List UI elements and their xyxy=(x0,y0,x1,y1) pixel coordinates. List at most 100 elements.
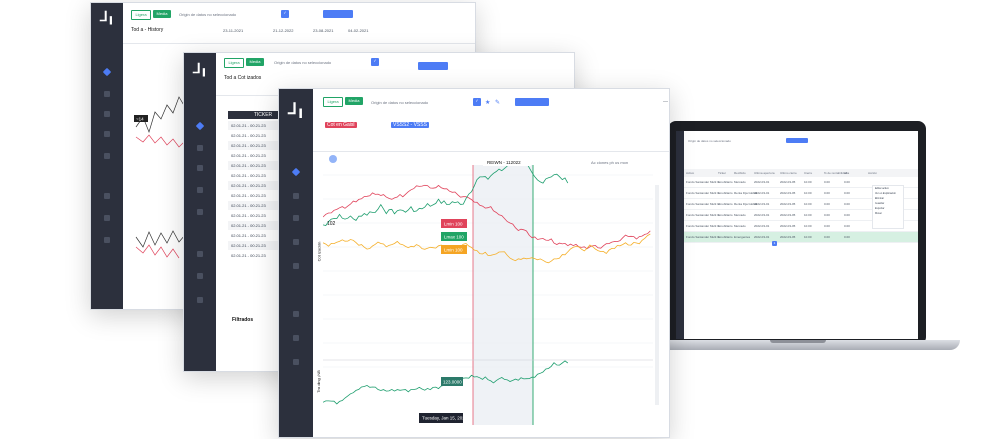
nav-grid-icon[interactable] xyxy=(197,273,203,279)
laptop-cell: 10.00 xyxy=(804,224,812,228)
laptop-column-header: Ultimo cierre xyxy=(780,171,797,175)
laptop-cell: Fondo Santander Multi Inmobiliario xyxy=(686,202,733,206)
laptop-column-header: Acción xyxy=(868,171,878,175)
nav-phone-icon[interactable] xyxy=(104,193,110,199)
laptop-url[interactable]: Origin de datos no seleccionado xyxy=(688,139,731,143)
laptop-cell: 0.00 xyxy=(844,235,850,239)
nav-dots-icon[interactable] xyxy=(197,145,203,151)
laptop-table-header: Activo Ticker Recibido Ultima apertura Ultim… xyxy=(684,169,918,177)
nav-dots-icon[interactable] xyxy=(104,91,110,97)
front-toolbar: Ligera Media Origin de datos no seleccio… xyxy=(313,89,669,152)
date-tooltip: Tuesday, Jan 15, 2021 xyxy=(422,416,468,421)
nav-box-icon[interactable] xyxy=(197,297,203,303)
window-controls[interactable]: — xyxy=(663,99,668,105)
app-logo: ⅃╻ xyxy=(193,61,208,77)
laptop-cell: 2022-03-01 xyxy=(754,180,770,184)
y-axis-title-volume: Tra ding ¡NB xyxy=(315,370,321,393)
laptop-cell: 0.00 xyxy=(824,191,830,195)
back-date-2[interactable]: 21-12-2022 xyxy=(273,28,293,33)
chart-scrollbar xyxy=(655,185,659,405)
laptop-cell: 0.00 xyxy=(844,202,850,206)
nav-chart-icon[interactable] xyxy=(293,263,299,269)
price-tag-text: Lmin 100 xyxy=(444,222,463,227)
laptop-cell: 1 xyxy=(718,213,720,217)
nav-chart-icon[interactable] xyxy=(197,209,203,215)
nav-download-icon[interactable] xyxy=(293,215,299,221)
nav-dots-icon[interactable] xyxy=(293,193,299,199)
data-source-field[interactable]: Origin de datos no seleccionado xyxy=(274,60,331,65)
chip-ticker[interactable]: VSSS2 - VSSS xyxy=(391,122,429,128)
nav-wave-icon[interactable] xyxy=(197,187,203,193)
middle-title: Tod a Cot izados xyxy=(224,75,262,81)
front-action-button[interactable] xyxy=(515,98,549,106)
laptop-notch xyxy=(770,340,826,343)
mode-medium-button[interactable]: Media xyxy=(246,58,264,66)
nav-box-icon[interactable] xyxy=(293,359,299,365)
laptop-cell: 1 xyxy=(718,191,720,195)
laptop-cell: 2022-03-01 xyxy=(754,235,770,239)
action-menu-item[interactable]: Mover xyxy=(873,211,903,216)
laptop-column-header: Alta xyxy=(844,171,850,175)
laptop-page-button[interactable]: 1 xyxy=(772,241,777,246)
price-tag-text: Lmax 100 xyxy=(444,235,464,240)
nav-phone-icon[interactable] xyxy=(293,311,299,317)
middle-sidebar: ⅃╻ xyxy=(184,53,216,371)
front-save-button[interactable]: ✓ xyxy=(473,98,481,106)
edit-icon[interactable]: ✎ xyxy=(495,99,500,106)
mode-medium-button[interactable]: Media xyxy=(345,97,363,105)
back-save-button[interactable]: ✓ xyxy=(281,10,289,18)
nav-home-icon[interactable] xyxy=(102,67,112,77)
laptop-cell: Fondo Santander Multi Inmobiliario xyxy=(686,235,733,239)
laptop-cell: 10.00 xyxy=(804,235,812,239)
mode-light-button[interactable]: Ligera xyxy=(323,97,343,107)
nav-wave-icon[interactable] xyxy=(293,239,299,245)
laptop-cell: 2022-03-01 xyxy=(754,191,770,195)
laptop-cell: Mercado xyxy=(734,180,746,184)
back-date-1[interactable]: 23-11-2021 xyxy=(223,28,243,33)
back-value-label: ~14 xyxy=(136,117,144,122)
nav-download-icon[interactable] xyxy=(104,111,110,117)
laptop-table-row[interactable]: Fondo Santander Multi Inmobiliario 1 Emerg… xyxy=(684,232,918,243)
data-source-field[interactable]: Origin de datos no seleccionado xyxy=(179,12,236,17)
nav-chart-icon[interactable] xyxy=(104,153,110,159)
laptop-cell: 10.00 xyxy=(804,202,812,206)
laptop-action-button[interactable] xyxy=(786,138,808,143)
mode-light-button[interactable]: Ligera xyxy=(224,58,244,68)
mode-light-button[interactable]: Ligera xyxy=(131,10,151,20)
star-icon[interactable]: ★ xyxy=(485,99,490,106)
middle-save-button[interactable]: ✓ xyxy=(371,58,379,66)
laptop-cell: Fondo Santander Multi Inmobiliario xyxy=(686,191,733,195)
nav-home-icon[interactable] xyxy=(291,167,301,177)
nav-wave-icon[interactable] xyxy=(104,131,110,137)
laptop-cell: 0.00 xyxy=(844,224,850,228)
laptop-cell: 0.00 xyxy=(844,180,850,184)
top-marker: REIWN - 112022 xyxy=(487,160,521,165)
laptop-app: Origin de datos no seleccionado Activo Ti… xyxy=(676,131,918,339)
mode-medium-button[interactable]: Media xyxy=(153,10,171,18)
nav-download-icon[interactable] xyxy=(197,165,203,171)
back-title: Tod a - History xyxy=(131,27,164,33)
laptop-cell: Mercado xyxy=(734,224,746,228)
nav-home-icon[interactable] xyxy=(195,121,205,131)
chip-quote[interactable]: Cot en Gaisl xyxy=(325,122,357,128)
laptop-action-menu: Editar activo Ver en Exploración Eliminar G… xyxy=(872,185,904,229)
price-tag-text: Lmin 100 xyxy=(444,248,463,253)
back-date-3[interactable]: 23-08-2021 xyxy=(313,28,333,33)
laptop-cell: 1 xyxy=(718,235,720,239)
laptop-cell: 0.00 xyxy=(844,191,850,195)
nav-grid-icon[interactable] xyxy=(293,335,299,341)
nav-phone-icon[interactable] xyxy=(197,251,203,257)
laptop-cell: 10.00 xyxy=(804,191,812,195)
nav-grid-icon[interactable] xyxy=(104,215,110,221)
nav-box-icon[interactable] xyxy=(104,237,110,243)
back-date-4[interactable]: 04-02-2021 xyxy=(348,28,368,33)
back-action-button[interactable] xyxy=(323,10,353,18)
bottom-tag-text: 123.0000 xyxy=(443,380,462,385)
laptop-cell: 0.00 xyxy=(824,180,830,184)
laptop-cell: 2022-03-05 xyxy=(780,191,796,195)
data-source-field[interactable]: Origin de datos no seleccionado xyxy=(371,100,428,105)
laptop-cell: 2022-03-05 xyxy=(780,202,796,206)
middle-action-button[interactable] xyxy=(418,62,448,70)
laptop-cell: 0.00 xyxy=(844,213,850,217)
app-logo: ⅃╻ xyxy=(100,9,115,25)
